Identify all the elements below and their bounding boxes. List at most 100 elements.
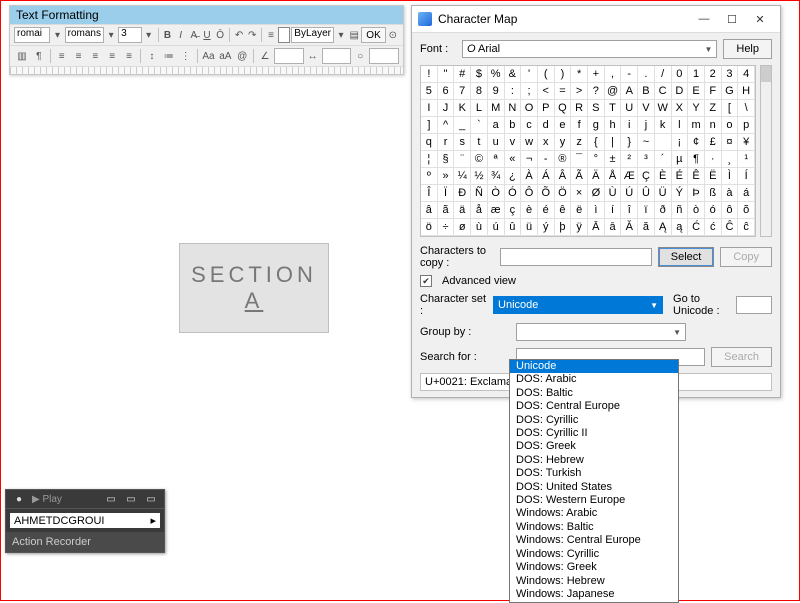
char-cell[interactable]: Ì: [722, 168, 739, 185]
char-cell[interactable]: Y: [688, 100, 705, 117]
char-cell[interactable]: >: [571, 83, 588, 100]
char-cell[interactable]: p: [738, 117, 755, 134]
char-cell[interactable]: Ð: [454, 185, 471, 202]
distribute-button[interactable]: ≡: [121, 48, 137, 64]
char-cell[interactable]: ;: [521, 83, 538, 100]
char-cell[interactable]: ±: [605, 151, 622, 168]
char-cell[interactable]: Î: [421, 185, 438, 202]
char-cell[interactable]: ´: [655, 151, 672, 168]
char-cell[interactable]: *: [571, 66, 588, 83]
overline-button[interactable]: Ō: [214, 27, 226, 43]
char-cell[interactable]: ·: [705, 151, 722, 168]
char-cell[interactable]: î: [621, 202, 638, 219]
char-cell[interactable]: 9: [488, 83, 505, 100]
charset-option[interactable]: Unicode: [510, 360, 678, 373]
char-cell[interactable]: V: [638, 100, 655, 117]
char-cell[interactable]: B: [638, 83, 655, 100]
char-cell[interactable]: í: [605, 202, 622, 219]
char-cell[interactable]: 3: [722, 66, 739, 83]
char-cell[interactable]: Ć: [688, 219, 705, 236]
char-cell[interactable]: Ó: [505, 185, 522, 202]
options-button[interactable]: ⊙: [387, 27, 399, 43]
char-cell[interactable]: Ý: [672, 185, 689, 202]
maximize-button[interactable]: ☐: [718, 10, 746, 28]
char-cell[interactable]: è: [521, 202, 538, 219]
char-cell[interactable]: e: [555, 117, 572, 134]
char-cell[interactable]: k: [655, 117, 672, 134]
char-cell[interactable]: ç: [505, 202, 522, 219]
char-cell[interactable]: á: [738, 185, 755, 202]
char-cell[interactable]: ¿: [505, 168, 522, 185]
oblique-button[interactable]: ∠: [257, 48, 273, 64]
char-cell[interactable]: ¸: [722, 151, 739, 168]
bulleted-button[interactable]: ⋮: [178, 48, 194, 64]
char-cell[interactable]: `: [471, 117, 488, 134]
char-cell[interactable]: Ö: [555, 185, 572, 202]
select-button[interactable]: Select: [658, 247, 715, 267]
char-cell[interactable]: D: [672, 83, 689, 100]
char-cell[interactable]: ~: [638, 134, 655, 151]
char-cell[interactable]: ĉ: [738, 219, 755, 236]
char-cell[interactable]: R: [571, 100, 588, 117]
char-cell[interactable]: ¼: [454, 168, 471, 185]
char-cell[interactable]: 1: [688, 66, 705, 83]
char-cell[interactable]: .: [638, 66, 655, 83]
char-cell[interactable]: ': [521, 66, 538, 83]
char-cell[interactable]: ¬: [521, 151, 538, 168]
goto-unicode-input[interactable]: [736, 296, 772, 314]
char-cell[interactable]: Ā: [588, 219, 605, 236]
charset-option[interactable]: DOS: Cyrillic II: [510, 427, 678, 440]
char-cell[interactable]: E: [688, 83, 705, 100]
oblique-value[interactable]: [274, 48, 304, 64]
char-cell[interactable]: }: [621, 134, 638, 151]
char-cell[interactable]: y: [555, 134, 572, 151]
char-cell[interactable]: s: [454, 134, 471, 151]
char-cell[interactable]: v: [505, 134, 522, 151]
char-cell[interactable]: ô: [722, 202, 739, 219]
char-cell[interactable]: 6: [438, 83, 455, 100]
char-cell[interactable]: »: [438, 168, 455, 185]
charset-dropdown-list[interactable]: UnicodeDOS: ArabicDOS: BalticDOS: Centra…: [509, 359, 679, 603]
symbol-button[interactable]: @: [234, 48, 250, 64]
char-cell[interactable]: É: [672, 168, 689, 185]
strike-button[interactable]: A̶: [188, 27, 200, 43]
groupby-select[interactable]: ▼: [516, 323, 686, 341]
char-cell[interactable]: \: [738, 100, 755, 117]
char-cell[interactable]: X: [672, 100, 689, 117]
char-cell[interactable]: ¯: [571, 151, 588, 168]
char-cell[interactable]: =: [555, 83, 572, 100]
char-cell[interactable]: ¢: [688, 134, 705, 151]
char-cell[interactable]: ": [438, 66, 455, 83]
char-cell[interactable]: û: [505, 219, 522, 236]
char-cell[interactable]: ½: [471, 168, 488, 185]
align-center-button[interactable]: ≡: [71, 48, 87, 64]
record-icon[interactable]: ●: [12, 492, 26, 506]
char-cell[interactable]: ä: [454, 202, 471, 219]
char-cell[interactable]: b: [505, 117, 522, 134]
char-cell[interactable]: ú: [488, 219, 505, 236]
char-cell[interactable]: g: [588, 117, 605, 134]
char-cell[interactable]: ,: [605, 66, 622, 83]
char-cell[interactable]: Ò: [488, 185, 505, 202]
char-cell[interactable]: |: [605, 134, 622, 151]
char-cell[interactable]: P: [538, 100, 555, 117]
char-cell[interactable]: ¤: [722, 134, 739, 151]
char-cell[interactable]: ß: [705, 185, 722, 202]
charset-option[interactable]: Windows: Hebrew: [510, 575, 678, 588]
char-cell[interactable]: £: [705, 134, 722, 151]
align-right-button[interactable]: ≡: [87, 48, 103, 64]
undo-button[interactable]: ↶: [233, 27, 245, 43]
char-cell[interactable]: i: [621, 117, 638, 134]
char-cell[interactable]: S: [588, 100, 605, 117]
char-cell[interactable]: ?: [588, 83, 605, 100]
char-cell[interactable]: O: [521, 100, 538, 117]
char-cell[interactable]: Ô: [521, 185, 538, 202]
char-cell[interactable]: Ă: [621, 219, 638, 236]
char-cell[interactable]: x: [538, 134, 555, 151]
search-button[interactable]: Search: [711, 347, 772, 367]
char-cell[interactable]: c: [521, 117, 538, 134]
stack-button[interactable]: ≡: [265, 27, 277, 43]
char-cell[interactable]: o: [722, 117, 739, 134]
char-cell[interactable]: ©: [471, 151, 488, 168]
charset-option[interactable]: DOS: Western Europe: [510, 494, 678, 507]
